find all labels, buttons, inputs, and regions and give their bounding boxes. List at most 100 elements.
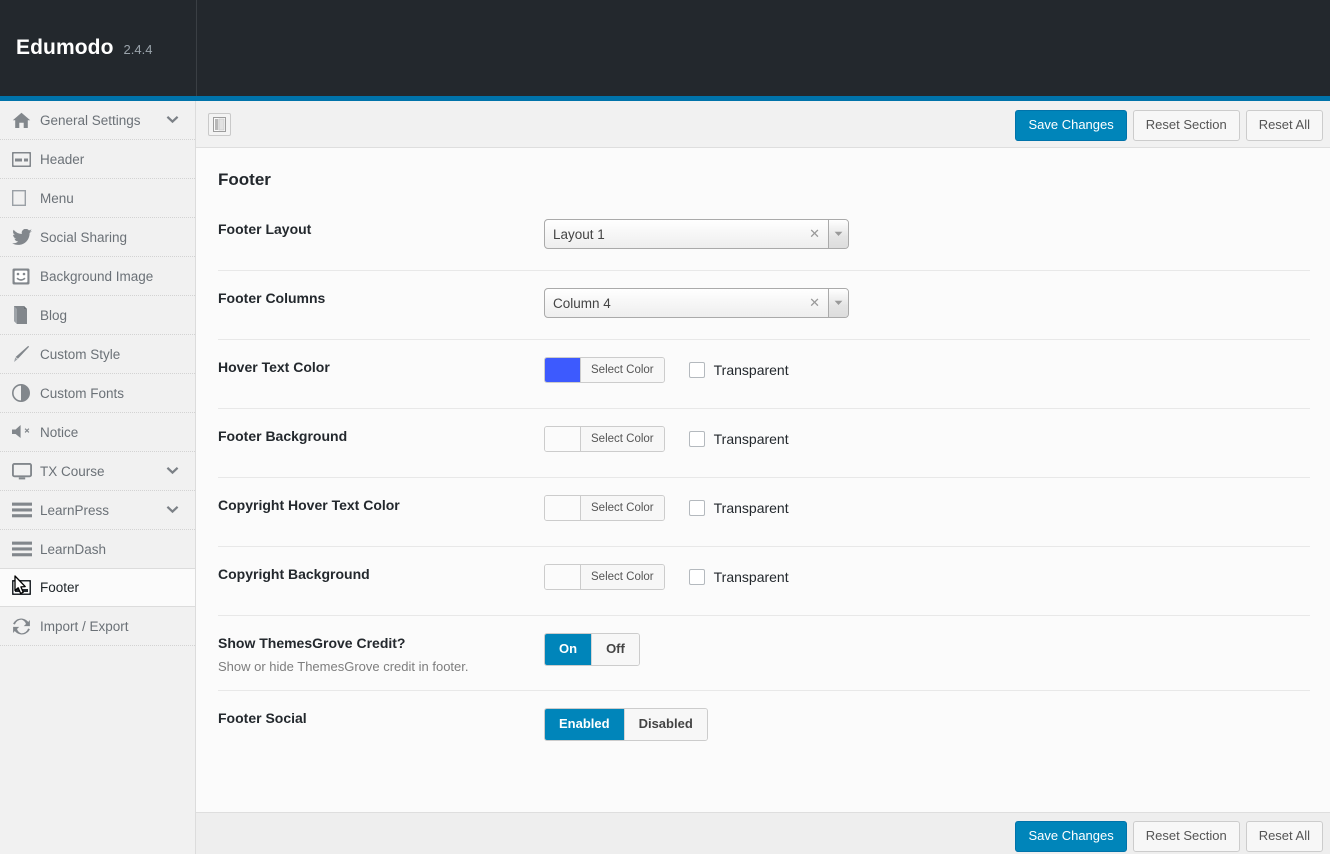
sidebar-item-label: Menu xyxy=(40,191,74,206)
sidebar-item-menu[interactable]: Menu xyxy=(0,179,195,218)
bottom-toolbar: Save Changes Reset Section Reset All xyxy=(196,812,1330,854)
color-swatch[interactable] xyxy=(545,496,581,520)
sidebar-item-blog[interactable]: Blog xyxy=(0,296,195,335)
chevron-down-icon[interactable] xyxy=(828,220,848,248)
field-row: Copyright BackgroundSelect Color Transpar… xyxy=(218,547,1310,616)
chevron-down-icon[interactable] xyxy=(166,501,179,519)
field-control-column: EnabledDisabled xyxy=(544,707,1310,741)
select-dropdown[interactable]: Layout 1✕ xyxy=(544,219,849,249)
sidebar-item-social-sharing[interactable]: Social Sharing xyxy=(0,218,195,257)
transparent-checkbox-group[interactable]: Transparent xyxy=(689,569,789,585)
field-label: Hover Text Color xyxy=(218,359,544,375)
transparent-checkbox-group[interactable]: Transparent xyxy=(689,362,789,378)
select-color-label: Select Color xyxy=(581,427,664,451)
header-bar-icon xyxy=(12,148,38,170)
color-control-group: Select Color Transparent xyxy=(544,564,1310,590)
field-label-column: Footer Columns xyxy=(218,287,544,306)
sidebar-item-label: LearnPress xyxy=(40,503,109,518)
save-changes-button-bottom[interactable]: Save Changes xyxy=(1015,821,1126,852)
field-label-column: Show ThemesGrove Credit?Show or hide The… xyxy=(218,632,544,674)
sidebar-item-custom-fonts[interactable]: Custom Fonts xyxy=(0,374,195,413)
color-picker-button[interactable]: Select Color xyxy=(544,495,665,521)
sidebar-item-general-settings[interactable]: General Settings xyxy=(0,101,195,140)
field-control-column: Layout 1✕ xyxy=(544,218,1310,249)
chevron-down-icon[interactable] xyxy=(166,111,179,129)
transparent-checkbox[interactable] xyxy=(689,569,705,585)
field-row: Hover Text ColorSelect Color Transparent xyxy=(218,340,1310,409)
field-label-column: Copyright Background xyxy=(218,563,544,582)
toggle-off-option[interactable]: Disabled xyxy=(624,709,707,740)
field-label: Copyright Hover Text Color xyxy=(218,497,544,513)
field-control-column: Select Color Transparent xyxy=(544,563,1310,590)
select-value: Layout 1 xyxy=(545,227,809,242)
toggle-off-option[interactable]: Off xyxy=(591,634,639,665)
color-picker-button[interactable]: Select Color xyxy=(544,426,665,452)
contrast-circle-icon xyxy=(12,382,38,404)
sidebar-item-label: Footer xyxy=(40,580,79,595)
toggle-on-option[interactable]: On xyxy=(545,634,591,665)
app-version: 2.4.4 xyxy=(124,42,153,57)
sidebar-item-label: Header xyxy=(40,152,84,167)
sidebar-item-label: Background Image xyxy=(40,269,153,284)
select-value: Column 4 xyxy=(545,296,809,311)
sidebar-item-footer[interactable]: Footer xyxy=(0,568,195,607)
color-swatch[interactable] xyxy=(545,358,581,382)
sidebar-item-tx-course[interactable]: TX Course xyxy=(0,452,195,491)
sidebar-item-custom-style[interactable]: Custom Style xyxy=(0,335,195,374)
color-control-group: Select Color Transparent xyxy=(544,426,1310,452)
reset-section-button-top[interactable]: Reset Section xyxy=(1133,110,1240,141)
panel-layout-icon[interactable] xyxy=(208,113,231,136)
color-swatch[interactable] xyxy=(545,427,581,451)
reset-section-button-bottom[interactable]: Reset Section xyxy=(1133,821,1240,852)
hamburger-lines-icon xyxy=(12,499,38,521)
transparent-checkbox[interactable] xyxy=(689,500,705,516)
toggle-switch[interactable]: EnabledDisabled xyxy=(544,708,708,741)
sidebar-nav: General Settings Header Menu Social Sharing… xyxy=(0,101,196,854)
save-changes-button-top[interactable]: Save Changes xyxy=(1015,110,1126,141)
chevron-down-icon[interactable] xyxy=(828,289,848,317)
sidebar-item-label: Import / Export xyxy=(40,619,129,634)
clear-x-icon[interactable]: ✕ xyxy=(809,226,828,242)
sidebar-item-background-image[interactable]: Background Image xyxy=(0,257,195,296)
transparent-checkbox[interactable] xyxy=(689,362,705,378)
color-control-group: Select Color Transparent xyxy=(544,495,1310,521)
sidebar-item-label: Custom Style xyxy=(40,347,120,362)
brand-divider xyxy=(196,0,197,96)
toggle-switch[interactable]: OnOff xyxy=(544,633,640,666)
sidebar-item-label: Blog xyxy=(40,308,67,323)
field-label: Footer Layout xyxy=(218,221,544,237)
sidebar-item-notice[interactable]: Notice xyxy=(0,413,195,452)
chevron-down-icon[interactable] xyxy=(166,462,179,480)
color-picker-button[interactable]: Select Color xyxy=(544,564,665,590)
toolbar-button-group: Save Changes Reset Section Reset All xyxy=(1015,110,1323,141)
transparent-label: Transparent xyxy=(714,431,789,447)
color-swatch[interactable] xyxy=(545,565,581,589)
page-title: Footer xyxy=(196,148,1330,190)
field-control-column: Select Color Transparent xyxy=(544,425,1310,452)
transparent-checkbox[interactable] xyxy=(689,431,705,447)
reset-all-button-top[interactable]: Reset All xyxy=(1246,110,1323,141)
footer-panel-icon xyxy=(12,577,38,599)
field-label: Footer Social xyxy=(218,710,544,726)
square-outline-icon xyxy=(12,187,38,209)
transparent-checkbox-group[interactable]: Transparent xyxy=(689,431,789,447)
sidebar-item-import-export[interactable]: Import / Export xyxy=(0,607,195,646)
sidebar-item-learndash[interactable]: LearnDash xyxy=(0,530,195,569)
content-panel: Save Changes Reset Section Reset All Foo… xyxy=(196,101,1330,854)
sidebar-item-header[interactable]: Header xyxy=(0,140,195,179)
toggle-on-option[interactable]: Enabled xyxy=(545,709,624,740)
select-dropdown[interactable]: Column 4✕ xyxy=(544,288,849,318)
field-row: Footer ColumnsColumn 4✕ xyxy=(218,271,1310,340)
field-label-column: Hover Text Color xyxy=(218,356,544,375)
clear-x-icon[interactable]: ✕ xyxy=(809,295,828,311)
transparent-checkbox-group[interactable]: Transparent xyxy=(689,500,789,516)
sidebar-item-learnpress[interactable]: LearnPress xyxy=(0,491,195,530)
color-picker-button[interactable]: Select Color xyxy=(544,357,665,383)
sidebar-item-label: Notice xyxy=(40,425,78,440)
transparent-label: Transparent xyxy=(714,569,789,585)
sidebar-item-label: TX Course xyxy=(40,464,105,479)
sync-refresh-icon xyxy=(12,615,38,637)
reset-all-button-bottom[interactable]: Reset All xyxy=(1246,821,1323,852)
sidebar-item-label: General Settings xyxy=(40,113,141,128)
field-row: Footer LayoutLayout 1✕ xyxy=(218,202,1310,271)
